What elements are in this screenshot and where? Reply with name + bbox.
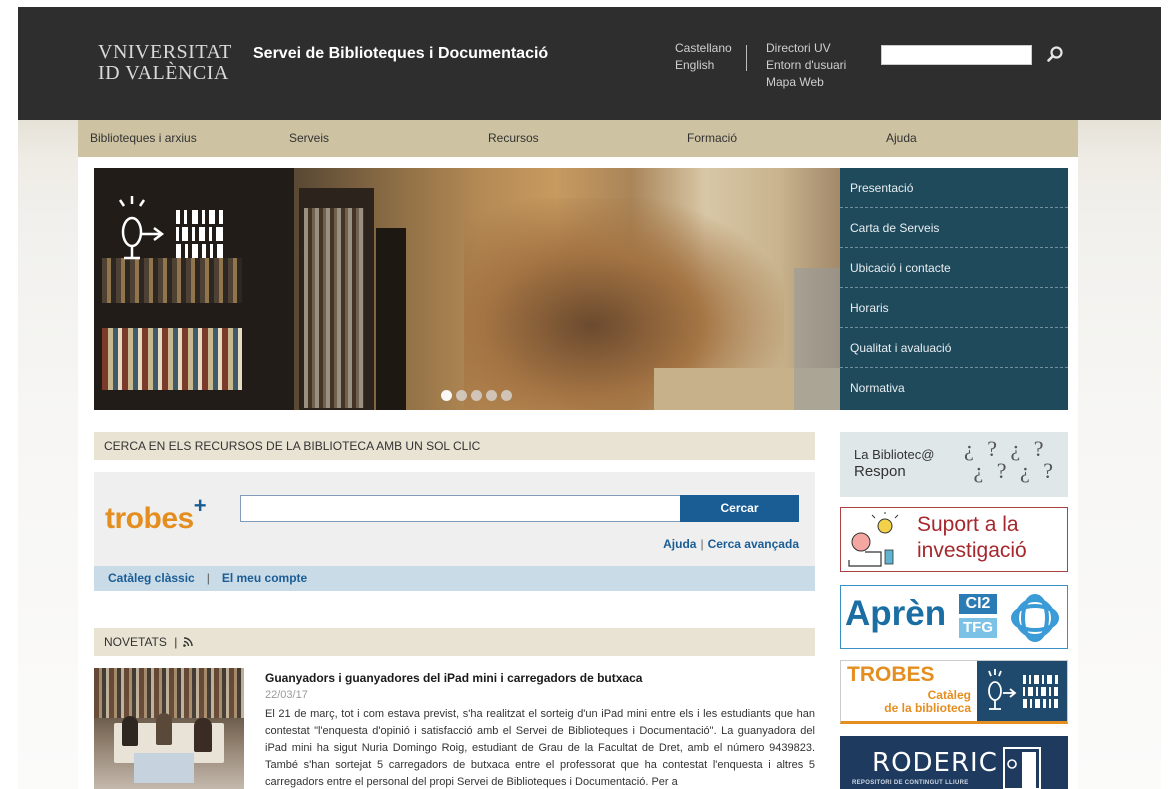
link-meu-compte[interactable]: El meu compte [222,571,307,585]
banner-trobes-sub2: de la biblioteca [884,701,971,715]
menu-ubicacio[interactable]: Ubicació i contacte [840,248,1068,288]
main-nav: Biblioteques i arxius Serveis Recursos F… [78,120,1078,157]
banner-trobes-title: TROBES [847,663,935,686]
lang-english[interactable]: English [675,57,732,74]
language-selector: Castellano English [675,40,732,74]
side-menu: Presentació Carta de Serveis Ubicació i … [840,168,1068,410]
badge-ci2: CI2 [959,594,997,614]
nav-formacio[interactable]: Formació [687,131,737,145]
question-marks-icon: ¿ ? ¿ ? ¿ ? ¿ ? [964,436,1058,483]
link-cataleg-classic[interactable]: Catàleg clàssic [108,571,195,585]
lang-castellano[interactable]: Castellano [675,40,732,57]
search-icon[interactable] [1044,44,1066,66]
menu-horaris[interactable]: Horaris [840,288,1068,328]
link-mapa-web[interactable]: Mapa Web [766,74,846,91]
site-title[interactable]: Servei de Biblioteques i Documentació [253,45,548,63]
banner-roderic-sub: REPOSITORI DE CONTINGUT LLIURE [852,780,969,786]
banner-apren[interactable]: Aprèn CI2 TFG [840,585,1068,649]
trobes-logo-text: trobes [105,502,194,535]
search-section-heading: CERCA EN ELS RECURSOS DE LA BIBLIOTECA A… [94,432,815,460]
rss-icon[interactable] [182,637,193,647]
slider-dot-4[interactable] [486,390,497,401]
library-logo-icon [118,196,223,260]
banner-roderic-title: RODERIC [872,748,998,778]
news-body: El 21 de març, tot i com estava previst,… [265,708,815,788]
link-cerca-avancada[interactable]: Cerca avançada [708,537,799,551]
badge-tfg: TFG [959,618,997,638]
banner-trobes-cataleg[interactable]: TROBES Catàleg de la biblioteca [840,660,1068,724]
nav-recursos[interactable]: Recursos [488,131,539,145]
menu-presentacio[interactable]: Presentació [840,168,1068,208]
nav-serveis[interactable]: Serveis [289,131,329,145]
university-logo[interactable]: VNIVERSITAT ID VALÈNCIA [98,42,232,84]
logo-line-1: VNIVERSITAT [98,41,232,63]
cercar-button[interactable]: Cercar [680,495,799,522]
banner-respon-line2: Respon [854,463,906,480]
slider-dot-2[interactable] [456,390,467,401]
nav-biblioteques[interactable]: Biblioteques i arxius [90,131,197,145]
banner-suport-line2: investigació [917,539,1027,562]
link-directori[interactable]: Directori UV [766,40,846,57]
slider-dot-5[interactable] [501,390,512,401]
banner-suport-line1: Suport a la [917,513,1019,536]
news-heading-text: NOVETATS [104,635,167,649]
door-icon [1003,747,1041,789]
header-divider [746,45,747,71]
header-links: Directori UV Entorn d'usuari Mapa Web [766,40,846,91]
slider-dots [441,390,512,401]
research-lightbulb-icon [848,512,899,567]
catalog-links-bar: Catàleg clàssic | El meu compte [94,566,815,591]
trobes-plus: + [193,493,207,518]
banner-respon-line1: La Bibliotec@ [854,447,935,462]
link-ajuda[interactable]: Ajuda [663,537,696,551]
banner-roderic[interactable]: RODERIC REPOSITORI DE CONTINGUT LLIURE [840,736,1068,789]
banner-suport-investigacio[interactable]: Suport a la investigació [840,507,1068,572]
news-title[interactable]: Guanyadors i guanyadores del iPad mini i… [265,671,642,685]
slider-dot-1[interactable] [441,390,452,401]
trobes-logo: trobes+ [105,493,207,536]
link-separator: | [206,571,210,585]
news-heading: NOVETATS | [94,628,815,656]
trobes-catalog-logo-icon [988,669,1058,710]
trobes-search-input[interactable] [240,495,681,522]
menu-qualitat[interactable]: Qualitat i avaluació [840,328,1068,368]
banner-biblioteca-respon[interactable]: La Bibliotec@ Respon ¿ ? ¿ ? ¿ ? ¿ ? [840,432,1068,497]
link-entorn-usuari[interactable]: Entorn d'usuari [766,57,846,74]
banner-apren-text: Aprèn [845,594,947,633]
menu-normativa[interactable]: Normativa [840,368,1068,408]
knot-icon [1011,594,1059,642]
logo-line-2: ID VALÈNCIA [98,62,229,84]
menu-carta-serveis[interactable]: Carta de Serveis [840,208,1068,248]
header-search-input[interactable] [881,45,1032,65]
link-separator: | [700,537,704,551]
hero-slider-image[interactable] [94,168,840,410]
news-thumbnail[interactable] [94,668,244,789]
news-heading-separator: | [174,635,178,649]
slider-dot-3[interactable] [471,390,482,401]
news-date: 22/03/17 [265,689,308,701]
trobes-links: Ajuda | Cerca avançada [600,537,799,551]
nav-ajuda[interactable]: Ajuda [886,131,917,145]
